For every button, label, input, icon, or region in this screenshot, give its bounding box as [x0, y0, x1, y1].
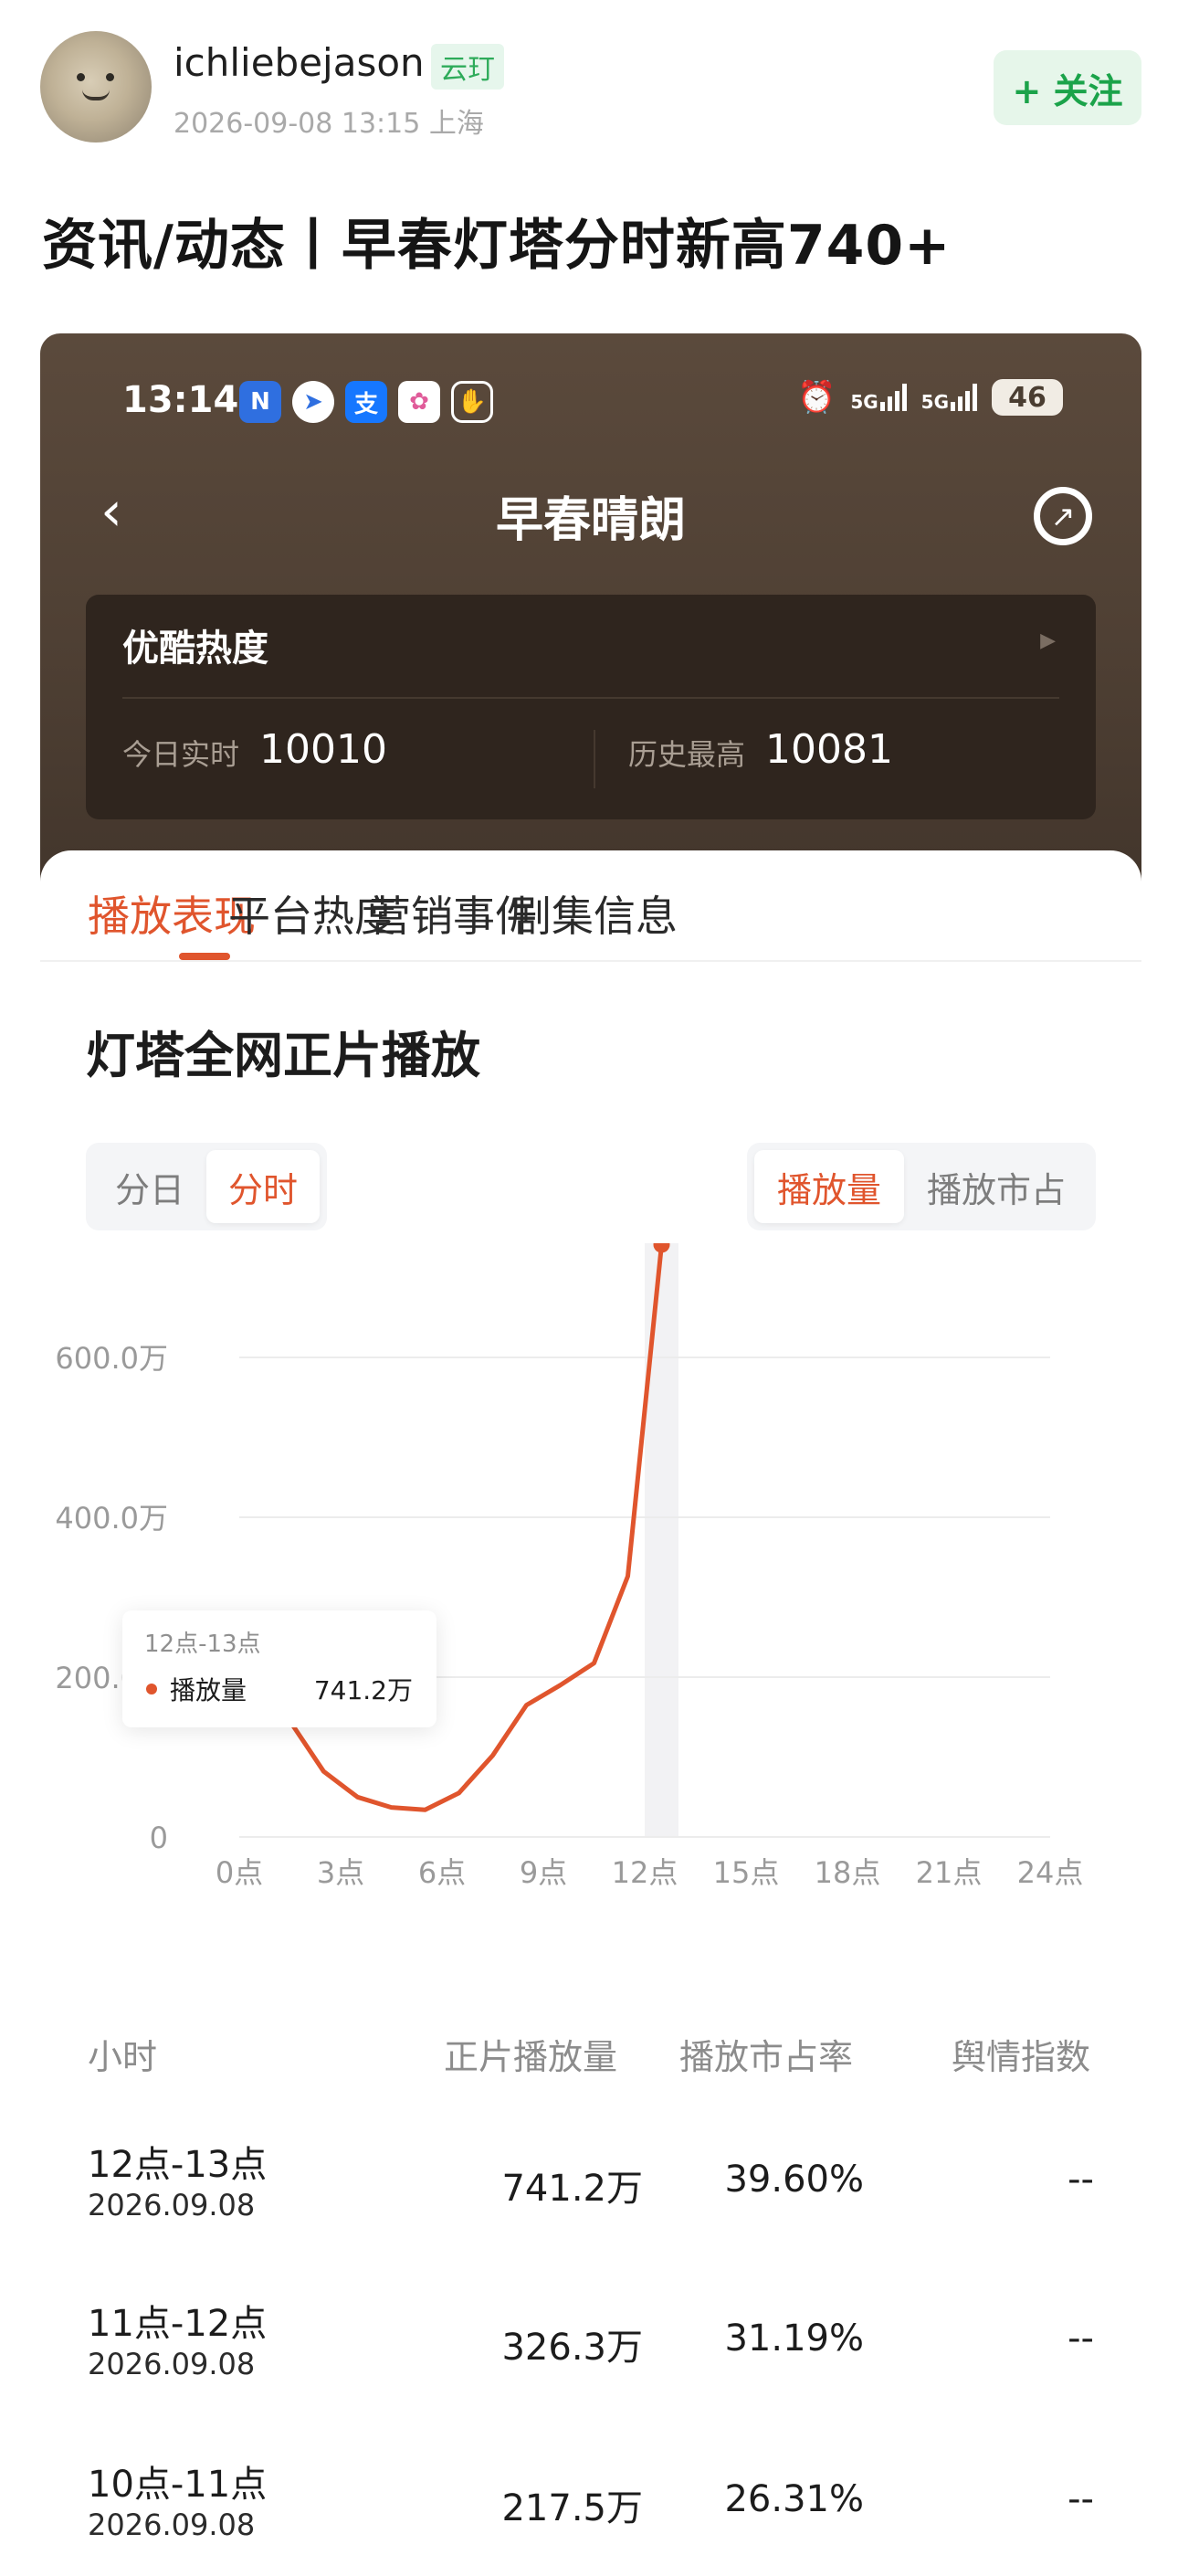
- table-header-share: 播放市占率: [679, 2037, 854, 2077]
- tab-bar: 播放表现 平台热度 营销事件 剧集信息: [40, 850, 1141, 962]
- tooltip-series-name: 播放量: [170, 1675, 247, 1705]
- x-tick-label: 18点: [815, 1855, 881, 1890]
- row-plays: 217.5万: [501, 2487, 643, 2529]
- toggle-play-count[interactable]: 播放量: [754, 1150, 904, 1223]
- signal-icon: 5G: [850, 384, 907, 413]
- status-indicators: ⏰ 5G 5G 46: [797, 379, 1063, 416]
- x-tick-label: 24点: [1017, 1855, 1084, 1890]
- avatar[interactable]: [40, 31, 152, 143]
- page-title: 早春晴朗: [495, 493, 686, 548]
- row-index: --: [1068, 2159, 1094, 2201]
- row-date: 2026.09.08: [88, 2188, 256, 2222]
- app-header: 13:14 N ➤ 支 ✿ ✋ ⏰ 5G 5G 46 ‹ 早春晴朗 ↗ 优酷热度: [40, 333, 1141, 882]
- share-icon[interactable]: ↗: [1034, 487, 1092, 545]
- table-header-plays: 正片播放量: [444, 2037, 618, 2077]
- alipay-icon: 支: [345, 381, 387, 423]
- toggle-daily[interactable]: 分日: [93, 1150, 206, 1223]
- row-hour: 12点-13点: [88, 2144, 268, 2186]
- metric-toggle: 播放量 播放市占: [747, 1143, 1096, 1230]
- row-share: 39.60%: [724, 2159, 864, 2201]
- avatar-eye: [106, 73, 114, 81]
- divider: [122, 697, 1059, 699]
- battery-icon: 46: [992, 379, 1063, 416]
- chart-tooltip: 12点-13点 播放量 741.2万: [122, 1610, 436, 1727]
- flower-app-icon: ✿: [398, 381, 440, 423]
- hourly-play-line-chart[interactable]: 0200.0万400.0万600.0万80点3点6点9点12点15点18点21点…: [40, 1243, 1141, 1937]
- highlight-band: [645, 1243, 678, 1837]
- status-app-icons: N ➤ 支 ✿ ✋: [239, 381, 493, 423]
- network-type: 5G: [920, 391, 949, 413]
- row-index: --: [1068, 2478, 1094, 2520]
- cursor-app-icon: ➤: [292, 381, 334, 423]
- today-realtime-value: 10010: [259, 726, 387, 773]
- post-timestamp-location: 2026-09-08 13:15 上海: [174, 108, 484, 140]
- tab-episode-info[interactable]: 剧集信息: [510, 883, 678, 944]
- signal-icon: 5G: [921, 384, 977, 411]
- row-plays: 326.3万: [501, 2327, 643, 2369]
- row-plays: 741.2万: [501, 2168, 643, 2210]
- history-peak-value: 10081: [765, 726, 893, 773]
- follow-button[interactable]: + 关注: [994, 50, 1141, 125]
- x-tick-label: 0点: [216, 1855, 263, 1890]
- time-granularity-toggle: 分日 分时: [86, 1143, 327, 1230]
- heat-card-title: 优酷热度: [122, 628, 268, 670]
- network-type: 5G: [850, 391, 878, 413]
- status-time: 13:14: [122, 379, 239, 421]
- alarm-icon: ⏰: [796, 379, 836, 416]
- x-tick-label: 21点: [916, 1855, 983, 1890]
- content-panel: 播放表现 平台热度 营销事件 剧集信息 灯塔全网正片播放 分日 分时 播放量 播…: [40, 850, 1141, 2576]
- history-peak-label: 历史最高: [628, 737, 746, 772]
- chevron-right-icon: ▶: [1040, 629, 1056, 652]
- row-hour: 11点-12点: [88, 2303, 268, 2345]
- row-index: --: [1068, 2317, 1094, 2360]
- x-tick-label: 9点: [520, 1855, 567, 1890]
- divider: [594, 730, 595, 788]
- hand-icon: ✋: [451, 381, 493, 423]
- post-title: 资讯/动态丨早春灯塔分时新高740+: [42, 214, 952, 278]
- x-tick-label: 6点: [418, 1855, 466, 1890]
- avatar-eye: [77, 73, 85, 81]
- avatar-mouth: [82, 90, 110, 100]
- tooltip-series-dot: [146, 1684, 157, 1694]
- x-tick-label: 12点: [612, 1855, 678, 1890]
- row-share: 31.19%: [724, 2317, 864, 2360]
- table-header-index: 舆情指数: [952, 2037, 1091, 2077]
- tooltip-header: 12点-13点: [144, 1631, 261, 1658]
- y-tick-label: 600.0万: [55, 1341, 168, 1376]
- tooltip-value: 741.2万: [313, 1675, 413, 1705]
- post-header: ichliebejason 云玎 2026-09-08 13:15 上海 + 关…: [0, 0, 1178, 174]
- y-tick-label: 400.0万: [55, 1501, 168, 1536]
- nfc-icon: N: [239, 381, 281, 423]
- embedded-app-screenshot: 13:14 N ➤ 支 ✿ ✋ ⏰ 5G 5G 46 ‹ 早春晴朗 ↗ 优酷热度: [40, 333, 1141, 2576]
- active-tab-indicator: [179, 953, 230, 960]
- youku-heat-card[interactable]: 优酷热度 ▶ 今日实时 10010 历史最高 10081: [86, 595, 1096, 819]
- username[interactable]: ichliebejason: [174, 40, 425, 85]
- today-realtime-label: 今日实时: [122, 737, 240, 772]
- row-date: 2026.09.08: [88, 2507, 256, 2542]
- table-header-hour: 小时: [88, 2037, 158, 2077]
- section-title: 灯塔全网正片播放: [86, 1027, 480, 1084]
- row-hour: 10点-11点: [88, 2464, 268, 2506]
- x-tick-label: 15点: [713, 1855, 780, 1890]
- y-tick-label: 0: [150, 1821, 168, 1855]
- row-date: 2026.09.08: [88, 2347, 256, 2381]
- toggle-hourly[interactable]: 分时: [206, 1150, 320, 1223]
- row-share: 26.31%: [724, 2478, 864, 2520]
- toggle-play-share[interactable]: 播放市占: [904, 1150, 1089, 1223]
- user-badge: 云玎: [431, 44, 504, 90]
- x-tick-label: 3点: [317, 1855, 364, 1890]
